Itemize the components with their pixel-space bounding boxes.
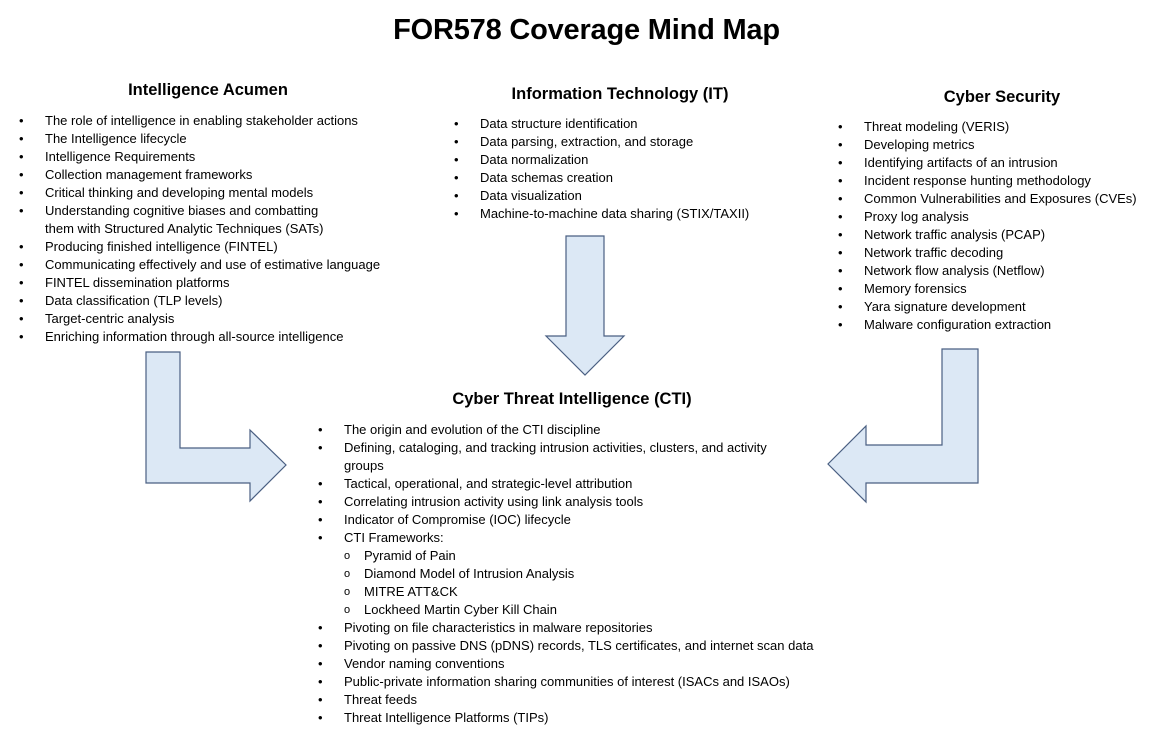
list-item: Threat Intelligence Platforms (TIPs) xyxy=(318,709,813,727)
list-item-line: CTI Frameworks: xyxy=(344,530,444,545)
list-item: Threat modeling (VERIS) xyxy=(838,118,1137,136)
list-item-line: Understanding cognitive biases and comba… xyxy=(45,203,319,218)
list-item: FINTEL dissemination platforms xyxy=(19,274,380,292)
list-item: Producing finished intelligence (FINTEL) xyxy=(19,238,380,256)
list-item: The role of intelligence in enabling sta… xyxy=(19,112,380,130)
list-item-line: them with Structured Analytic Techniques… xyxy=(45,221,324,236)
list-item: Vendor naming conventions xyxy=(318,655,813,673)
list-item: Data schemas creation xyxy=(454,169,749,187)
list-item: Public-private information sharing commu… xyxy=(318,673,813,691)
list-item: Network flow analysis (Netflow) xyxy=(838,262,1137,280)
down-arrow-icon xyxy=(544,235,626,376)
list-item: Threat feeds xyxy=(318,691,813,709)
list-item: Tactical, operational, and strategic-lev… xyxy=(318,475,813,493)
list-item: Data classification (TLP levels) xyxy=(19,292,380,310)
information-technology-list: Data structure identification Data parsi… xyxy=(454,115,749,223)
sub-list-item: Lockheed Martin Cyber Kill Chain xyxy=(344,601,813,619)
cti-frameworks-sublist: Pyramid of Pain Diamond Model of Intrusi… xyxy=(344,547,813,619)
list-item: Pivoting on passive DNS (pDNS) records, … xyxy=(318,637,813,655)
list-item: Pivoting on file characteristics in malw… xyxy=(318,619,813,637)
list-item: Target-centric analysis xyxy=(19,310,380,328)
list-item: Data parsing, extraction, and storage xyxy=(454,133,749,151)
section-heading-information-technology: Information Technology (IT) xyxy=(511,85,729,103)
list-item: Intelligence Requirements xyxy=(19,148,380,166)
list-item: Collection management frameworks xyxy=(19,166,380,184)
list-item: Enriching information through all-source… xyxy=(19,328,380,346)
cyber-security-list: Threat modeling (VERIS) Developing metri… xyxy=(838,118,1137,334)
list-item: The origin and evolution of the CTI disc… xyxy=(318,421,813,439)
list-item: Data structure identification xyxy=(454,115,749,133)
list-item-line: Defining, cataloging, and tracking intru… xyxy=(344,440,767,455)
list-item: Defining, cataloging, and tracking intru… xyxy=(318,439,813,475)
list-item: Correlating intrusion activity using lin… xyxy=(318,493,813,511)
list-item: Indicator of Compromise (IOC) lifecycle xyxy=(318,511,813,529)
page-title: FOR578 Coverage Mind Map xyxy=(393,14,780,46)
list-item: Critical thinking and developing mental … xyxy=(19,184,380,202)
list-item: Yara signature development xyxy=(838,298,1137,316)
list-item: Communicating effectively and use of est… xyxy=(19,256,380,274)
list-item: Network traffic decoding xyxy=(838,244,1137,262)
sub-list-item: Pyramid of Pain xyxy=(344,547,813,565)
list-item: CTI Frameworks: Pyramid of Pain Diamond … xyxy=(318,529,813,619)
list-item: Data visualization xyxy=(454,187,749,205)
list-item: Malware configuration extraction xyxy=(838,316,1137,334)
section-heading-cti: Cyber Threat Intelligence (CTI) xyxy=(452,390,692,408)
sub-list-item: Diamond Model of Intrusion Analysis xyxy=(344,565,813,583)
list-item: Proxy log analysis xyxy=(838,208,1137,226)
sub-list-item: MITRE ATT&CK xyxy=(344,583,813,601)
list-item-line: groups xyxy=(344,458,384,473)
list-item: Developing metrics xyxy=(838,136,1137,154)
list-item: Identifying artifacts of an intrusion xyxy=(838,154,1137,172)
list-item: Machine-to-machine data sharing (STIX/TA… xyxy=(454,205,749,223)
bent-arrow-right-icon xyxy=(145,351,287,503)
list-item: Data normalization xyxy=(454,151,749,169)
bent-arrow-left-icon xyxy=(827,348,979,504)
section-heading-cyber-security: Cyber Security xyxy=(943,88,1061,106)
list-item: Understanding cognitive biases and comba… xyxy=(19,202,380,238)
cti-list: The origin and evolution of the CTI disc… xyxy=(318,421,813,727)
list-item: The Intelligence lifecycle xyxy=(19,130,380,148)
list-item: Network traffic analysis (PCAP) xyxy=(838,226,1137,244)
list-item: Memory forensics xyxy=(838,280,1137,298)
intelligence-acumen-list: The role of intelligence in enabling sta… xyxy=(19,112,380,346)
section-heading-intelligence-acumen: Intelligence Acumen xyxy=(128,81,288,99)
list-item: Common Vulnerabilities and Exposures (CV… xyxy=(838,190,1137,208)
list-item: Incident response hunting methodology xyxy=(838,172,1137,190)
